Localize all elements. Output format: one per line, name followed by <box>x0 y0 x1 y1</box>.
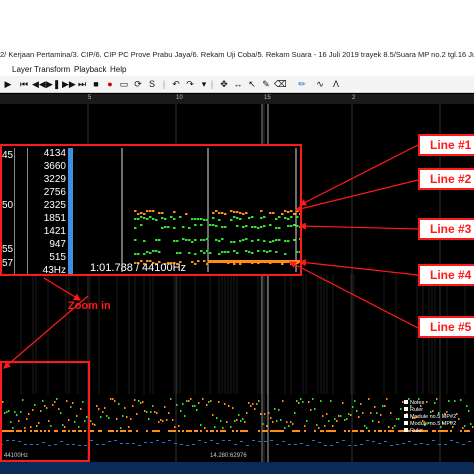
arrow <box>288 261 419 329</box>
layer-swatch <box>404 400 408 404</box>
layer-item[interactable]: Ruler <box>404 407 456 414</box>
layer-swatch <box>404 414 408 418</box>
layer-item[interactable]: Notes <box>404 400 456 407</box>
annotation-arrows <box>3 144 419 369</box>
layer-swatch <box>404 428 408 432</box>
zoom-in-label: Zoom in <box>68 300 111 312</box>
arrow <box>298 259 419 276</box>
layer-swatch <box>404 407 408 411</box>
arrow <box>43 277 82 301</box>
sample-rate-label: 44100Hz <box>4 453 29 459</box>
arrow <box>294 179 419 213</box>
cursor-time-label: 14.280:62976 <box>210 453 247 459</box>
layer-swatch <box>404 421 408 425</box>
callout-line-1: Line #1 <box>418 134 474 156</box>
layer-item[interactable]: Ruler <box>404 428 456 435</box>
callout-line-4: Line #4 <box>418 264 474 286</box>
layer-legend: Notes Ruler Module no.5 MP#2 Module no.5… <box>404 400 456 435</box>
arrow <box>298 222 419 230</box>
callout-line-3: Line #3 <box>418 218 474 240</box>
callout-line-5: Line #5 <box>418 316 474 338</box>
arrow <box>298 144 419 206</box>
layer-item[interactable]: Module no.5 MP#2 <box>404 414 456 421</box>
callout-line-2: Line #2 <box>418 168 474 190</box>
status-bar <box>0 462 474 474</box>
layer-item[interactable]: Module no.5 MP#2 <box>404 421 456 428</box>
